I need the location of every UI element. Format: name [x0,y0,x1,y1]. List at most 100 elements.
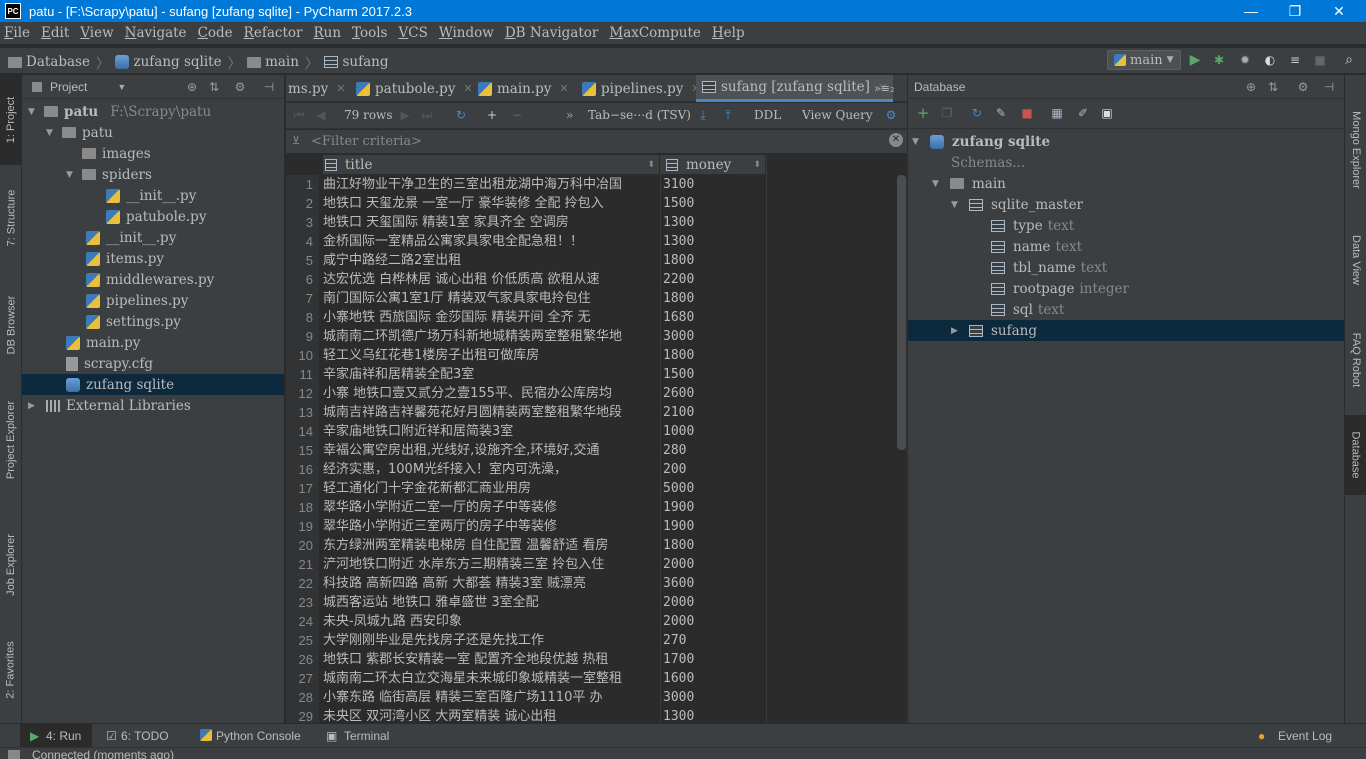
run-configuration-select[interactable]: main ▼ [1107,50,1181,70]
debug-icon[interactable]: ✱ [1212,53,1226,67]
next-page-icon[interactable]: ▶ [398,108,412,122]
cell-money[interactable]: 1900 [663,517,765,536]
tree-item-middlewares[interactable]: middlewares.py [22,269,284,290]
cell-money[interactable]: 1500 [663,365,765,384]
import-icon[interactable]: ⤒ [721,108,735,122]
chevron-down-icon[interactable]: ▼ [117,82,126,92]
db-tree-schemas[interactable]: Schemas... [908,152,1344,173]
table-row[interactable]: 6 达宏优选 白桦林居 诚心出租 价低质高 欲租从速 2200 [286,270,907,289]
db-tree-zufang-sqlite[interactable]: ▼ zufang sqlite [908,131,1344,152]
cell-title[interactable]: 南门国际公寓1室1厅 精装双气家具家电拎包住 [323,289,659,308]
menu-db-navigator[interactable]: DB Navigator [505,25,599,41]
table-row[interactable]: 3 地铁口 天玺国际 精装1室 家具齐全 空调房 1300 [286,213,907,232]
tree-item-settings[interactable]: settings.py [22,311,284,332]
db-tree-sufang[interactable]: ▶ sufang [908,320,1344,341]
collapse-icon[interactable]: ⇅ [1266,80,1280,94]
first-page-icon[interactable]: ⏮ [292,108,306,122]
table-row[interactable]: 13 城南吉祥路吉祥馨苑花好月圆精装两室整租繁华地段 2100 [286,403,907,422]
last-page-icon[interactable]: ⏭ [420,108,434,122]
table-row[interactable]: 26 地铁口 紫郡长安精装一室 配置齐全地段优越 热租 1700 [286,650,907,669]
sync-icon[interactable]: ⊕ [1244,80,1258,94]
cell-title[interactable]: 科技路 高新四路 高新 大都荟 精装3室 贼漂亮 [323,574,659,593]
tool-tab-data-view[interactable]: Data View [1345,215,1366,305]
cell-money[interactable]: 2000 [663,593,765,612]
menu-file[interactable]: File [4,25,30,41]
db-tree-column-sql[interactable]: sql text [908,299,1344,320]
prev-page-icon[interactable]: ◀ [314,108,328,122]
refresh-icon[interactable]: ↻ [970,106,984,120]
table-row[interactable]: 28 小寨东路 临街高层 精装三室百隆广场1110平 办 3000 [286,688,907,707]
db-tree-column-type[interactable]: type text [908,215,1344,236]
row-count[interactable]: 79 rows [344,108,392,122]
cell-title[interactable]: 小寨东路 临街高层 精装三室百隆广场1110平 办 [323,688,659,707]
tab-overflow-button[interactable]: »≡₂ [874,75,894,102]
delete-row-icon[interactable]: − [510,108,524,122]
tool-tab-structure[interactable]: 7: Structure [0,170,22,265]
tree-item-zufang-sqlite[interactable]: zufang sqlite [22,374,284,395]
collapse-icon[interactable]: ⇅ [207,80,221,94]
cell-title[interactable]: 城南南二环太白立交海星未来城印象城精装一室整租 [323,669,659,688]
table-row[interactable]: 4 金桥国际一室精品公寓家具家电全配急租！！ 1300 [286,232,907,251]
cell-money[interactable]: 2100 [663,403,765,422]
clear-filter-icon[interactable]: ✕ [889,133,903,147]
table-editor-icon[interactable]: ▦ [1050,106,1064,120]
tool-tab-job-explorer[interactable]: Job Explorer [0,515,22,615]
cell-title[interactable]: 咸宁中路经二路2室出租 [323,251,659,270]
cell-title[interactable]: 翠华路小学附近三室两厅的房子中等装修 [323,517,659,536]
cell-money[interactable]: 2600 [663,384,765,403]
table-row[interactable]: 2 地铁口 天玺龙景 一室一厅 豪华装修 全配 拎包入 1500 [286,194,907,213]
cell-money[interactable]: 200 [663,460,765,479]
copy-icon[interactable]: ❐ [940,106,954,120]
menu-code[interactable]: Code [198,25,233,41]
cell-title[interactable]: 地铁口 天玺国际 精装1室 家具齐全 空调房 [323,213,659,232]
breadcrumb-main[interactable]: main [265,54,299,70]
tree-item-pipelines[interactable]: pipelines.py [22,290,284,311]
menu-view[interactable]: View [80,25,113,41]
cell-money[interactable]: 1000 [663,422,765,441]
menu-tools[interactable]: Tools [352,25,387,41]
table-row[interactable]: 27 城南南二环太白立交海星未来城印象城精装一室整租 1600 [286,669,907,688]
table-row[interactable]: 12 小寨 地铁口壹又贰分之壹155平、民宿办公库房均 2600 [286,384,907,403]
bottom-tab-terminal[interactable]: Terminal [344,729,389,743]
db-tree-sqlite-master[interactable]: ▼ sqlite_master [908,194,1344,215]
cell-money[interactable]: 3600 [663,574,765,593]
close-icon[interactable]: ✕ [336,82,345,95]
cell-money[interactable]: 2200 [663,270,765,289]
db-tree-column-rootpage[interactable]: rootpage integer [908,278,1344,299]
tree-item-scrapy-cfg[interactable]: scrapy.cfg [22,353,284,374]
add-icon[interactable]: + [916,106,930,121]
tab-main-py[interactable]: main.py ✕ [472,75,575,102]
cell-money[interactable]: 1300 [663,213,765,232]
table-row[interactable]: 18 翠华路小学附近二室一厅的房子中等装修 1900 [286,498,907,517]
cell-title[interactable]: 大学刚刚毕业是先找房子还是先找工作 [323,631,659,650]
sync-icon[interactable]: ⊕ [185,80,199,94]
table-row[interactable]: 20 东方绿洲两室精装电梯房 自住配置 温馨舒适 看房 1800 [286,536,907,555]
search-everywhere-icon[interactable]: ⌕ [1342,53,1356,67]
cell-title[interactable]: 翠华路小学附近二室一厅的房子中等装修 [323,498,659,517]
event-log-button[interactable]: Event Log [1278,729,1332,743]
status-toggle-icon[interactable] [8,750,20,759]
properties-icon[interactable]: ✎ [994,106,1008,120]
table-row[interactable]: 10 轻工义乌红花巷1楼房子出租可做库房 1800 [286,346,907,365]
cell-title[interactable]: 轻工义乌红花巷1楼房子出租可做库房 [323,346,659,365]
minimize-button[interactable]: — [1228,0,1274,22]
cell-title[interactable]: 地铁口 紫郡长安精装一室 配置齐全地段优越 热租 [323,650,659,669]
table-row[interactable]: 21 浐河地铁口附近 水岸东方三期精装三室 拎包入住 2000 [286,555,907,574]
column-header-title[interactable]: title ⬍ [323,155,660,174]
gear-icon[interactable]: ⚙ [1296,80,1310,94]
cell-money[interactable]: 3000 [663,688,765,707]
tab-pipelines-py[interactable]: pipelines.py✕ [576,75,707,102]
table-row[interactable]: 16 经济实惠，100M光纤接入！室内可洗澡， 200 [286,460,907,479]
cell-money[interactable]: 1300 [663,232,765,251]
cell-title[interactable]: 轻工通化门十字金花新都汇商业用房 [323,479,659,498]
tab-sufang[interactable]: sufang [zufang sqlite] ✕ [696,75,894,102]
profile-icon[interactable]: ◐ [1263,53,1277,67]
cell-money[interactable]: 2000 [663,612,765,631]
table-row[interactable]: 25 大学刚刚毕业是先找房子还是先找工作 270 [286,631,907,650]
cell-title[interactable]: 幸福公寓空房出租,光线好,设施齐全,环境好,交通 [323,441,659,460]
gear-icon[interactable]: ⚙ [884,108,898,122]
cell-title[interactable]: 城南南二环凯德广场万科新地城精装两室整租繁华地 [323,327,659,346]
close-button[interactable]: ✕ [1316,0,1362,22]
export-icon[interactable]: ⤓ [696,108,710,122]
cell-money[interactable]: 1800 [663,346,765,365]
